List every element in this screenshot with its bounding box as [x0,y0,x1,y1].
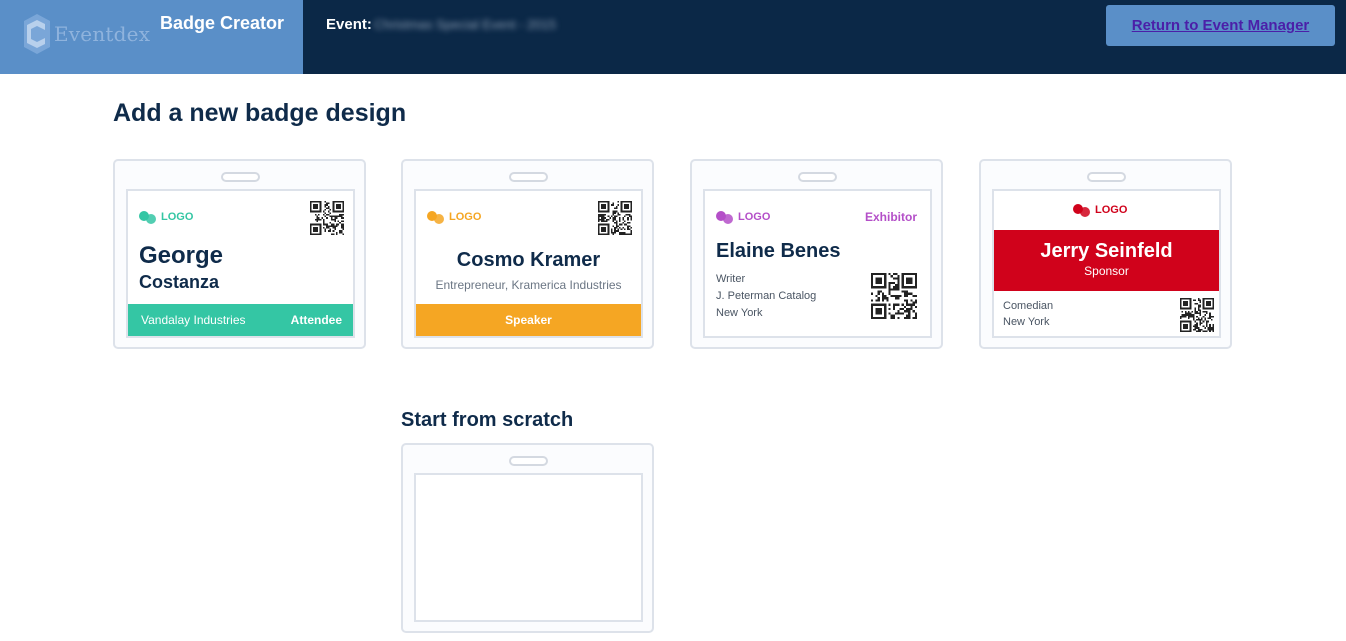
badge-footer-bar: Vandalay Industries Attendee [128,304,353,336]
lanyard-slot [509,456,548,466]
logo-text: Eventdex [54,22,151,46]
logo-dots-icon [716,210,734,224]
badge-preview: LOGO Jerry Seinfeld Sponsor Comedian New… [992,189,1221,338]
blank-badge-template[interactable] [401,443,654,633]
badge-logo: LOGO [1073,203,1127,217]
badge-logo: LOGO [716,210,770,224]
logo-text: LOGO [449,211,482,223]
lanyard-slot [1087,172,1126,182]
badge-detail-line: New York [1003,316,1050,328]
page-title: Add a new badge design [113,99,407,127]
blank-badge-preview [414,473,643,622]
logo-dots-icon [427,210,445,224]
brand-block: Eventdex Badge Creator [0,0,303,74]
badge-template-speaker[interactable]: LOGO Cosmo Kramer Entrepreneur, Krameric… [401,159,654,349]
badge-organization: Vandalay Industries [141,313,246,327]
logo-text: LOGO [1095,204,1128,216]
return-button-label: Return to Event Manager [1131,17,1310,34]
badge-first-name: George [139,242,224,269]
badge-preview: LOGO Exhibitor Elaine Benes Writer J. Pe… [703,189,932,338]
logo-text: LOGO [161,211,194,223]
qr-code-icon [310,201,344,235]
app-title: Badge Creator [160,13,285,33]
lanyard-slot [798,172,837,182]
lanyard-slot [509,172,548,182]
qr-code-icon [871,273,917,319]
qr-code-icon [1180,298,1214,332]
return-to-event-manager-button[interactable]: Return to Event Manager [1106,5,1335,46]
badge-details: Writer J. Peterman Catalog New York [716,271,816,322]
badge-subtitle: Entrepreneur, Kramerica Industries [435,278,622,292]
badge-detail-line: New York [716,307,763,319]
badge-template-exhibitor[interactable]: LOGO Exhibitor Elaine Benes Writer J. Pe… [690,159,943,349]
badge-role: Attendee [290,313,342,327]
event-label: Event: [326,16,372,33]
badge-last-name: Costanza [139,272,220,292]
logo-dots-icon [139,210,157,224]
badge-detail-line: J. Peterman Catalog [716,290,817,302]
badge-template-sponsor[interactable]: LOGO Jerry Seinfeld Sponsor Comedian New… [979,159,1232,349]
badge-role: Exhibitor [864,210,917,224]
badge-template-attendee[interactable]: LOGO George Costanza Vandalay Industries… [113,159,366,349]
logo-dots-icon [1073,203,1091,217]
badge-preview: LOGO Cosmo Kramer Entrepreneur, Krameric… [414,189,643,338]
top-bar: Eventdex Badge Creator Event: Christmas … [0,0,1346,74]
badge-logo: LOGO [427,210,481,224]
badge-role: Speaker [505,313,552,327]
badge-details: Comedian New York [1003,298,1053,330]
lanyard-slot [221,172,260,182]
badge-name: Elaine Benes [716,240,841,262]
badge-role: Sponsor [1084,264,1129,278]
eventdex-logo-icon [24,14,50,54]
badge-detail-line: Comedian [1003,300,1054,312]
scratch-heading: Start from scratch [401,409,574,431]
badge-footer-bar: Speaker [416,304,641,336]
badge-logo: LOGO [139,210,193,224]
logo-text: LOGO [738,211,771,223]
qr-code-icon [598,201,632,235]
event-name: Christmas Special Event - 2015 [374,17,557,32]
badge-detail-line: Writer [716,273,746,285]
badge-name: Jerry Seinfeld [1040,240,1173,262]
badge-name-bar: Jerry Seinfeld Sponsor [994,230,1219,291]
badge-name: Cosmo Kramer [456,249,601,271]
badge-preview: LOGO George Costanza Vandalay Industries… [126,189,355,338]
